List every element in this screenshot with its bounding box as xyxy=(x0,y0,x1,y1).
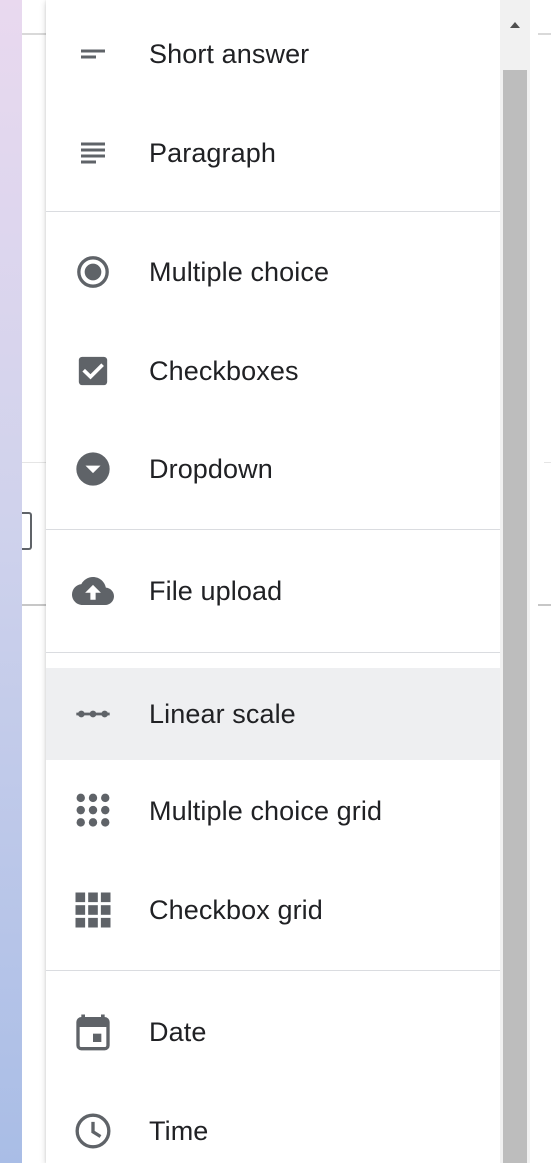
checkbox-icon xyxy=(72,350,114,392)
dot-grid-icon xyxy=(72,790,114,832)
menu-item-date[interactable]: Date xyxy=(46,986,500,1078)
linear-scale-icon xyxy=(72,693,114,735)
card-divider-right xyxy=(544,462,551,463)
menu-item-linear-scale[interactable]: Linear scale xyxy=(46,668,500,760)
menu-item-label: Dropdown xyxy=(149,453,273,484)
menu-item-checkbox-grid[interactable]: Checkbox grid xyxy=(46,864,500,956)
menu-item-file-upload[interactable]: File upload xyxy=(46,545,500,637)
scrollbar-thumb[interactable] xyxy=(503,70,527,1163)
short-answer-icon xyxy=(72,33,114,75)
square-grid-icon xyxy=(72,889,114,931)
calendar-icon xyxy=(72,1011,114,1053)
section-line-right xyxy=(538,604,551,606)
question-type-menu: Short answer Paragraph Multiple choice C… xyxy=(46,0,500,1163)
menu-item-label: Paragraph xyxy=(149,137,276,168)
menu-item-dropdown[interactable]: Dropdown xyxy=(46,423,500,515)
menu-separator xyxy=(46,211,500,212)
menu-separator xyxy=(46,970,500,971)
menu-item-label: File upload xyxy=(149,575,283,606)
menu-item-label: Date xyxy=(149,1016,207,1047)
menu-item-paragraph[interactable]: Paragraph xyxy=(46,107,500,199)
menu-item-label: Linear scale xyxy=(149,698,296,729)
menu-item-label: Checkbox grid xyxy=(149,894,323,925)
cloud-upload-icon xyxy=(72,570,114,612)
menu-item-label: Short answer xyxy=(149,38,310,69)
menu-item-label: Checkboxes xyxy=(149,355,299,386)
header-line-left xyxy=(22,33,46,35)
menu-item-label: Time xyxy=(149,1115,209,1146)
paragraph-icon xyxy=(72,132,114,174)
menu-item-multiple-choice[interactable]: Multiple choice xyxy=(46,226,500,318)
menu-item-short-answer[interactable]: Short answer xyxy=(46,8,500,100)
partial-input-edge xyxy=(22,512,32,550)
dropdown-icon xyxy=(72,448,114,490)
menu-scrollbar[interactable] xyxy=(500,0,530,1163)
menu-item-multiple-choice-grid[interactable]: Multiple choice grid xyxy=(46,765,500,857)
section-line-left xyxy=(22,604,46,606)
menu-item-time[interactable]: Time xyxy=(46,1085,500,1163)
scroll-up-button[interactable] xyxy=(500,0,530,60)
menu-item-label: Multiple choice xyxy=(149,256,330,287)
arrow-up-icon xyxy=(510,22,520,28)
radio-button-icon xyxy=(72,251,114,293)
menu-item-checkboxes[interactable]: Checkboxes xyxy=(46,325,500,417)
menu-item-label: Multiple choice grid xyxy=(149,795,383,826)
menu-separator xyxy=(46,529,500,530)
clock-icon xyxy=(72,1110,114,1152)
menu-separator xyxy=(46,652,500,653)
header-line-right xyxy=(538,33,551,35)
